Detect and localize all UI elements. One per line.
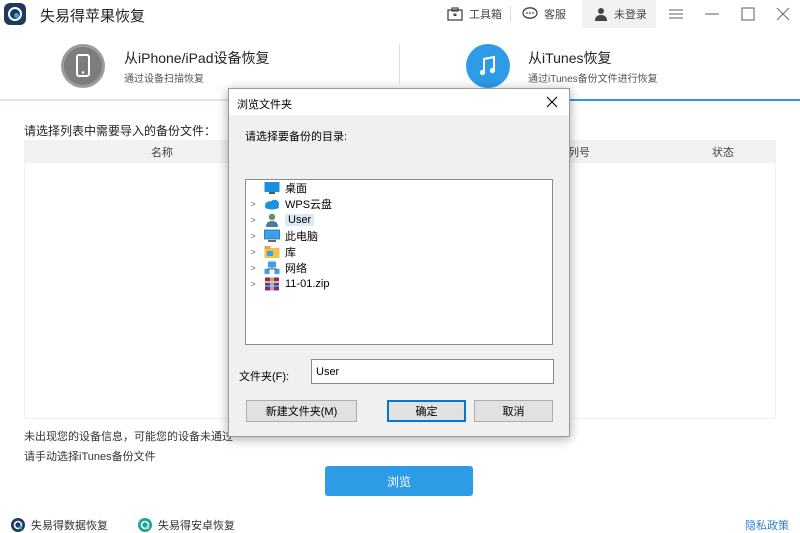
cancel-button[interactable]: 取消 — [474, 400, 553, 422]
network-icon — [264, 261, 280, 274]
menu-button[interactable] — [666, 4, 686, 24]
folder-input[interactable] — [311, 359, 554, 384]
tree-item-label: WPS云盘 — [285, 199, 333, 211]
title-bar: 失易得苹果恢复 工具箱 客服 未登录 — [0, 0, 800, 28]
login-button[interactable]: 未登录 — [594, 6, 647, 22]
minimize-button[interactable] — [702, 4, 722, 24]
device-missing-notice: 未出现您的设备信息，可能您的设备未通过 — [24, 431, 233, 443]
chevron-right-icon[interactable]: > — [248, 231, 258, 241]
support-label: 客服 — [544, 9, 566, 21]
mode-itunes-title: 从iTunes恢复 — [528, 50, 612, 66]
dialog-close-button[interactable] — [544, 94, 560, 110]
browse-folder-dialog: 浏览文件夹 请选择要备份的目录: 桌面 > WPS云盘 > User > 此电脑 — [228, 88, 570, 437]
data-recovery-logo-icon — [11, 518, 25, 532]
android-recovery-logo-icon — [138, 518, 152, 532]
close-icon — [546, 96, 558, 108]
toolbox-button[interactable]: 工具箱 — [447, 6, 502, 22]
tree-item-this-pc[interactable]: > 此电脑 — [248, 228, 318, 244]
menu-icon — [669, 9, 683, 19]
mode-device-subtitle: 通过设备扫描恢复 — [124, 74, 204, 85]
footer — [0, 510, 800, 533]
tree-item-label: 11-01.zip — [285, 278, 330, 290]
app-logo-icon — [4, 3, 26, 25]
tree-item-zip[interactable]: > 11-01.zip — [248, 276, 329, 292]
zip-icon — [265, 277, 279, 291]
tree-item-label: 桌面 — [285, 183, 307, 195]
divider — [510, 6, 511, 22]
chevron-right-icon[interactable]: > — [248, 263, 258, 273]
chevron-right-icon[interactable]: > — [248, 279, 258, 289]
column-status: 状态 — [712, 147, 734, 159]
chevron-right-icon[interactable]: > — [248, 215, 258, 225]
support-button[interactable]: 客服 — [522, 6, 566, 22]
column-serial: 列号 — [568, 147, 590, 159]
footer-link-android-recovery[interactable]: 失易得安卓恢复 — [137, 517, 235, 533]
user-icon — [266, 213, 278, 227]
dialog-prompt: 请选择要备份的目录: — [245, 131, 348, 143]
browse-button[interactable]: 浏览 — [325, 466, 473, 496]
tree-item-library[interactable]: > 库 — [248, 244, 296, 260]
cloud-icon — [265, 199, 279, 210]
footer-link-label: 失易得安卓恢复 — [158, 520, 235, 532]
minimize-icon — [705, 13, 719, 15]
chevron-right-icon[interactable]: > — [248, 199, 258, 209]
chevron-right-icon[interactable]: > — [248, 247, 258, 257]
tree-item-label: User — [285, 214, 315, 226]
desktop-icon — [264, 182, 280, 194]
column-name: 名称 — [151, 147, 173, 159]
footer-link-label: 失易得数据恢复 — [31, 520, 108, 532]
new-folder-button[interactable]: 新建文件夹(M) — [246, 400, 357, 422]
itunes-mode-icon — [466, 44, 510, 88]
mode-itunes-subtitle: 通过iTunes备份文件进行恢复 — [528, 74, 658, 85]
toolbox-icon — [447, 7, 463, 21]
app-title: 失易得苹果恢复 — [40, 8, 146, 25]
manual-select-notice: 请手动选择iTunes备份文件 — [24, 451, 156, 463]
tree-item-network[interactable]: > 网络 — [248, 260, 307, 276]
folder-tree[interactable]: 桌面 > WPS云盘 > User > 此电脑 > 库 > 网络 > 11-01… — [245, 179, 553, 345]
tree-item-desktop[interactable]: 桌面 — [248, 180, 307, 196]
computer-icon — [264, 229, 280, 242]
chat-icon — [522, 7, 538, 19]
tree-item-label: 网络 — [285, 263, 307, 275]
tree-item-label: 此电脑 — [285, 231, 318, 243]
mode-device-title: 从iPhone/iPad设备恢复 — [124, 50, 270, 66]
maximize-button[interactable] — [738, 4, 758, 24]
backup-list-prompt: 请选择列表中需要导入的备份文件： — [24, 124, 217, 138]
close-button[interactable] — [773, 4, 793, 24]
privacy-policy-link[interactable]: 隐私政策 — [745, 517, 789, 533]
library-icon — [264, 246, 280, 258]
tree-item-wps-cloud[interactable]: > WPS云盘 — [248, 196, 332, 212]
tree-item-user[interactable]: > User — [248, 212, 315, 228]
dialog-title: 浏览文件夹 — [237, 99, 292, 111]
phone-mode-icon — [61, 44, 105, 88]
maximize-icon — [741, 7, 755, 21]
ok-button[interactable]: 确定 — [387, 400, 466, 422]
folder-field-label: 文件夹(F): — [239, 371, 290, 383]
footer-link-data-recovery[interactable]: 失易得数据恢复 — [10, 517, 108, 533]
tree-item-label: 库 — [285, 247, 296, 259]
user-icon — [595, 8, 607, 21]
toolbox-label: 工具箱 — [469, 9, 502, 21]
login-label: 未登录 — [614, 9, 647, 21]
close-icon — [776, 7, 790, 21]
